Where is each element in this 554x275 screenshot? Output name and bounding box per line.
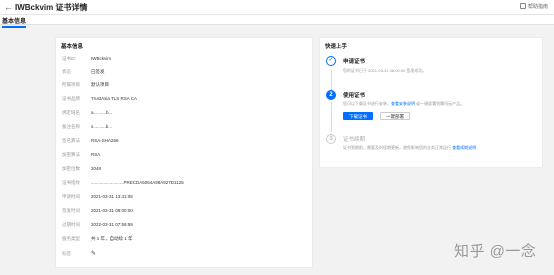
basic-info-title: 基本信息 [61,44,84,50]
quick-start-title: 快速上手 [325,44,348,50]
step-desc-prefix: 证书到期前，需要及时续期更新，避免影响您的业务正常运行 [343,145,453,150]
info-key: 加密算法 [62,152,80,157]
quick-start-panel: 快速上手 ✓ 申请证书 您的证书已于 2021-03-31 08:00:00 签… [319,37,543,168]
step-connector [331,70,332,90]
info-value: 默认项目 [91,82,109,87]
info-key: 标签 [62,251,71,256]
download-cert-button[interactable]: 下载证书 [343,112,373,120]
step-desc: 您可以下载证书进行安装，查看安装说明 或一键部署到腾讯云产品。 [343,101,464,106]
info-row-issue-time: 签发时间 2021-03-31 08:00:00 [62,207,307,215]
step-number: 3 [326,134,336,144]
info-key: 证书品牌 [62,96,80,101]
info-row-fingerprint: 证书指纹 ..........................PRECDA5064… [62,179,307,187]
step-desc: 证书到期前，需要及时续期更新，避免影响您的业务正常运行 查看续期说明 [343,145,476,150]
info-value: 2022-03-31 07:59:59 [91,222,133,227]
info-key: 申请时间 [62,194,80,199]
info-value: TrustAsia TLS RSA CA [91,96,138,101]
step-title: 使用证书 [343,93,366,99]
step-title: 证书续期 [343,137,366,143]
info-value: RSA [91,152,101,157]
info-key: 签名算法 [62,138,80,143]
step-desc: 您的证书已于 2021-03-31 08:00:00 签发成功。 [343,68,427,73]
info-value: ..........................PRECDA5064A98A… [91,180,184,185]
info-row-apply-time: 申请时间 2021-03-31 13:41:08 [62,193,307,201]
info-key: 证书ID [62,56,76,61]
info-row-tags: 标签 ✎ [62,250,307,258]
info-key: 绑定域名 [62,110,80,115]
step-title: 申请证书 [343,59,366,65]
info-row-project: 所属项目 默认项目 [62,81,307,89]
step-desc-suffix: 或一键部署到腾讯云产品。 [415,101,465,106]
book-icon [519,3,526,9]
info-row-sign-alg: 签名算法 RSA-SHA256 [62,137,307,145]
tab-bar: 基本信息 [0,15,554,28]
info-row-status: 状态 已签发 [62,68,307,76]
info-row-service-type: 服务类型 共 1 年，自动续 1 年 [62,235,307,243]
info-row-cert-id: 证书ID IWBckvim [62,55,307,63]
check-icon: ✓ [326,56,336,66]
step-number: 2 [326,90,336,100]
info-key: 所属项目 [62,82,80,87]
arrow-left-icon[interactable]: ← [4,2,14,12]
info-value: 2021-03-31 13:41:08 [91,194,133,199]
tab-basic-info[interactable]: 基本信息 [2,16,27,28]
edit-icon[interactable]: ✎ [91,250,96,258]
info-key: 状态 [62,69,71,74]
info-key: 签发时间 [62,208,80,213]
info-key: 证书指纹 [62,180,80,185]
page-title: IWBckvim 证书详情 [15,3,88,12]
info-row-brand: 证书品牌 TrustAsia TLS RSA CA [62,95,307,103]
basic-info-panel: 基本信息 证书ID IWBckvim 状态 已签发 所属项目 默认项目 证书品牌 Tru… [55,37,313,268]
info-key: 过期时间 [62,222,80,227]
step-desc-prefix: 您可以下载证书进行安装， [343,101,391,106]
help-label: 帮助指南 [527,4,548,10]
info-value: s..........b... [91,124,113,129]
renew-guide-link[interactable]: 查看续期说明 [452,145,476,150]
info-value: 2048 [91,166,102,171]
info-row-expire-time: 过期时间 2022-03-31 07:59:59 [62,221,307,229]
info-value: 已签发 [91,69,105,74]
watermark: 知乎 @一念 [454,243,537,260]
install-guide-link[interactable]: 查看安装说明 [391,101,415,106]
info-row-enc-alg: 加密算法 RSA [62,151,307,159]
info-value: RSA-SHA256 [91,138,119,143]
step-connector [331,102,332,132]
info-value: a..........b... [91,110,113,115]
info-key: 备注名称 [62,124,80,129]
top-bar: ← IWBckvim 证书详情 帮助指南 [0,0,554,15]
info-row-key-size: 加密位数 2048 [62,165,307,173]
info-row-alias: 备注名称 s..........b... [62,123,307,131]
info-value: 共 1 年，自动续 1 年 [91,236,133,241]
help-link[interactable]: 帮助指南 [519,3,548,10]
info-row-domain: 绑定域名 a..........b... [62,109,307,117]
info-key: 加密位数 [62,166,80,171]
info-value: IWBckvim [91,56,111,61]
info-value: 2021-03-31 08:00:00 [91,208,133,213]
deploy-button[interactable]: 一键部署 [380,112,410,120]
info-key: 服务类型 [62,236,80,241]
